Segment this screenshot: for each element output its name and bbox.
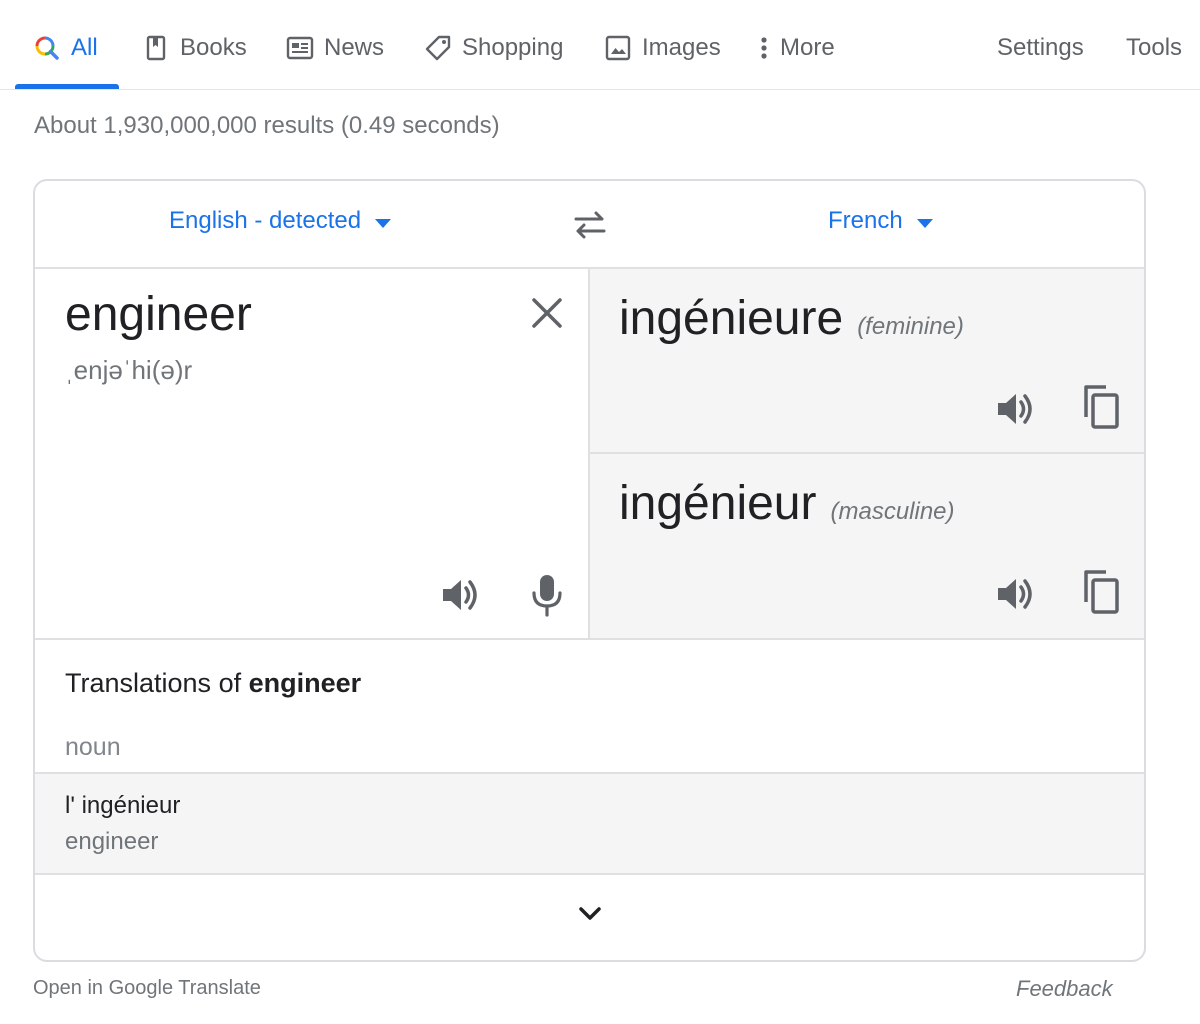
gender-label: (feminine) xyxy=(857,313,964,340)
tab-tools[interactable]: Tools xyxy=(1126,28,1182,68)
source-language-label: English - detected xyxy=(169,207,362,234)
tab-settings[interactable]: Settings xyxy=(997,28,1084,68)
tab-more[interactable]: More xyxy=(756,28,835,68)
tag-icon xyxy=(424,34,452,62)
translations-prefix: Translations of xyxy=(65,668,249,698)
translations-term: engineer xyxy=(248,668,362,698)
tab-label: Tools xyxy=(1126,34,1183,61)
source-panel: engineer ˌenjəˈhi(ə)r xyxy=(35,269,590,640)
active-tab-indicator xyxy=(15,84,119,89)
list-item: l' ingénieur engineer xyxy=(35,772,1144,875)
feedback-link[interactable]: Feedback xyxy=(1016,976,1113,1002)
language-bar: English - detected French xyxy=(35,181,1144,269)
translation-result: ingénieur (masculine) xyxy=(619,476,955,531)
search-tabs: All Books News Shopping Images More Sett… xyxy=(0,0,1200,90)
translation-result: ingénieure (feminine) xyxy=(619,291,964,346)
source-phonetic: ˌenjəˈhi(ə)r xyxy=(65,355,193,385)
tab-label: Images xyxy=(642,34,721,61)
speaker-icon[interactable] xyxy=(994,387,1038,431)
microphone-icon[interactable] xyxy=(529,573,565,617)
tab-label: All xyxy=(71,34,98,61)
open-in-translate-link[interactable]: Open in Google Translate xyxy=(33,977,261,1000)
target-language-label: French xyxy=(828,207,903,234)
tab-news[interactable]: News xyxy=(286,28,384,68)
tab-all[interactable]: All xyxy=(33,28,98,68)
tab-label: Books xyxy=(180,34,247,61)
more-vert-icon xyxy=(756,34,772,62)
caret-down-icon xyxy=(375,218,392,228)
copy-icon[interactable] xyxy=(1080,568,1122,616)
tab-shopping[interactable]: Shopping xyxy=(424,28,563,68)
caret-down-icon xyxy=(916,218,933,228)
source-text[interactable]: engineer xyxy=(65,287,252,342)
tab-label: Shopping xyxy=(462,34,564,61)
speaker-icon[interactable] xyxy=(994,572,1038,616)
translation-word: ingénieur xyxy=(619,477,817,530)
copy-icon[interactable] xyxy=(1080,383,1122,431)
speaker-icon[interactable] xyxy=(439,573,483,617)
translation-entry-word: l' ingénieur xyxy=(65,792,181,819)
translation-word: ingénieure xyxy=(619,292,844,345)
target-language-select[interactable]: French xyxy=(828,207,933,235)
translations-heading: Translations of engineer xyxy=(65,668,361,699)
source-language-select[interactable]: English - detected xyxy=(169,207,392,235)
tab-books[interactable]: Books xyxy=(142,28,247,68)
translate-card: English - detected French engineer ˌenjə… xyxy=(33,179,1146,962)
translation-entry-back: engineer xyxy=(65,828,159,855)
image-icon xyxy=(604,34,632,62)
close-icon[interactable] xyxy=(529,295,565,331)
chevron-down-icon[interactable] xyxy=(575,899,605,929)
search-icon xyxy=(33,34,61,62)
tab-label: Settings xyxy=(997,34,1084,61)
target-panel-masculine: ingénieur (masculine) xyxy=(590,454,1144,640)
part-of-speech: noun xyxy=(65,733,121,761)
tab-label: More xyxy=(780,34,835,61)
gender-label: (masculine) xyxy=(830,498,955,525)
result-stats: About 1,930,000,000 results (0.49 second… xyxy=(34,112,500,139)
tab-images[interactable]: Images xyxy=(604,28,721,68)
swap-languages-icon[interactable] xyxy=(570,205,610,245)
book-icon xyxy=(142,34,170,62)
news-icon xyxy=(286,34,314,62)
target-panel-feminine: ingénieure (feminine) xyxy=(590,269,1144,454)
tab-label: News xyxy=(324,34,385,61)
